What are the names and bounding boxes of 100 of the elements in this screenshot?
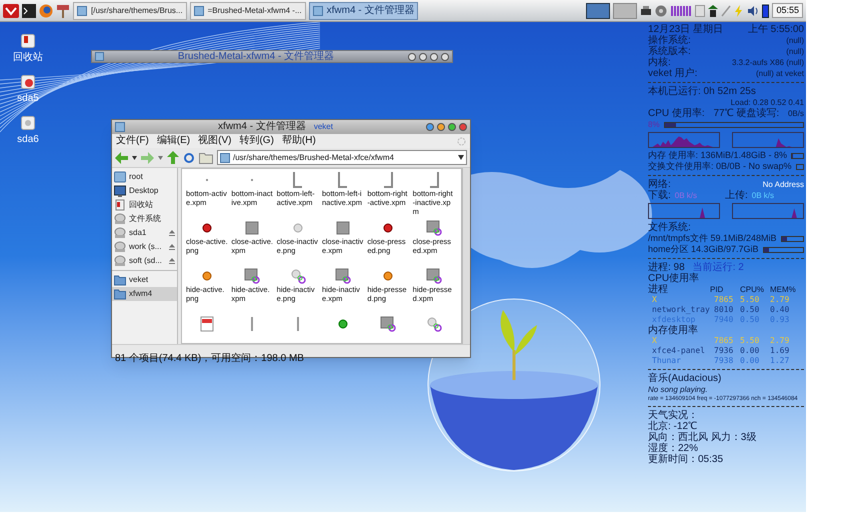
menu-item[interactable]: 视图(V) — [198, 135, 232, 147]
process-cpu: 0.00 — [740, 356, 760, 366]
process-cpu: 0.00 — [740, 346, 760, 356]
eject-icon[interactable] — [169, 244, 175, 250]
address-field[interactable]: /usr/share/themes/Brushed-Metal-xfce/xfwm4 — [217, 150, 467, 165]
file-icon — [336, 221, 350, 235]
process-name: X — [651, 295, 658, 305]
clock[interactable]: 05:55 — [772, 2, 803, 18]
disc-icon[interactable] — [655, 4, 668, 16]
back-arrow-icon[interactable] — [115, 152, 128, 164]
drive-icon — [114, 227, 126, 239]
file-icon — [380, 316, 396, 332]
dropdown-caret-icon[interactable] — [458, 155, 464, 160]
file-icon — [338, 172, 348, 188]
folder-icon[interactable] — [199, 152, 213, 164]
printer-icon[interactable] — [640, 4, 652, 16]
menu-item[interactable]: 帮助(H) — [282, 135, 316, 147]
task-button[interactable]: [/usr/share/themes/Brus... — [73, 2, 187, 20]
process-mem: 2.79 — [770, 336, 790, 346]
up-arrow-icon[interactable] — [167, 151, 179, 164]
sidebar-item[interactable]: root — [112, 170, 177, 184]
drive-icon — [114, 255, 126, 267]
window-icon — [312, 6, 323, 16]
uptime-text: 本机已运行: 0h 52m 25s — [648, 86, 756, 97]
file-icon — [202, 271, 212, 281]
network-address: No Address — [762, 179, 804, 190]
disk-io-text: 0B/s — [788, 108, 804, 119]
memory-usage-title: 内存使用率 — [648, 325, 699, 336]
file-icon — [383, 172, 394, 188]
process-name: xfce4-panel — [651, 346, 706, 356]
file-icon — [245, 221, 260, 235]
sidebar-item[interactable]: 回收站 — [112, 198, 177, 212]
upload-label: 上传: — [725, 190, 748, 201]
network-icon[interactable] — [708, 4, 718, 16]
task-button[interactable]: xfwm4 - 文件管理器 — [308, 2, 418, 20]
menu-item[interactable]: 文件(F) — [116, 135, 149, 147]
weather-line: 湿度：22% — [648, 443, 700, 454]
music-title: 音乐(Audacious) — [648, 373, 722, 384]
weather-line: 更新时间：05:35 — [648, 454, 724, 465]
window-title: xfwm4 - 文件管理器 — [218, 121, 306, 133]
file-icon — [205, 178, 209, 182]
sidebar-item[interactable]: Desktop — [112, 184, 177, 198]
folder-icon — [220, 152, 230, 162]
task-button[interactable]: =Brushed-Metal-xfwm4 -... — [190, 2, 306, 20]
file-icon — [202, 223, 212, 233]
sidebar-item[interactable]: sda1 — [112, 226, 177, 240]
download-label: 下载: — [648, 190, 671, 201]
sidebar-item[interactable]: 文件系统 — [112, 212, 177, 226]
cpu-graph — [732, 132, 804, 148]
file-icon — [292, 172, 303, 188]
sidebar-item[interactable]: work (s... — [112, 240, 177, 254]
file-icon — [426, 220, 442, 236]
process-pid: 8010 — [714, 305, 734, 315]
network-label: 网络: — [648, 179, 671, 190]
sidebar-item[interactable]: veket — [112, 273, 177, 287]
info-value: (null) — [786, 46, 804, 57]
process-mem: 0.40 — [770, 305, 790, 315]
browser-icon[interactable] — [39, 4, 53, 18]
eject-icon[interactable] — [169, 258, 175, 264]
filesystem-text: home分区 14.3GiB/97.7GiB — [648, 244, 759, 255]
sidebar-item[interactable]: xfwm4 — [112, 287, 177, 301]
network-graph — [732, 203, 804, 219]
brush-icon[interactable] — [56, 4, 70, 18]
filesystem-text: /mnt/tmpfs文件 59.1MiB/248MiB — [648, 233, 777, 244]
refresh-icon[interactable] — [183, 152, 195, 164]
file-icon — [244, 268, 260, 284]
cpu-meter-icon[interactable] — [670, 4, 692, 16]
info-label: 内核: — [648, 57, 671, 68]
load-text: Load: 0.28 0.52 0.41 — [730, 97, 804, 108]
window-icon — [77, 6, 87, 16]
info-value: (null) at veket — [756, 68, 804, 79]
eject-icon[interactable] — [169, 230, 175, 236]
window-icon — [95, 52, 104, 61]
info-label: 操作系统: — [648, 35, 691, 46]
file-icon — [290, 268, 306, 284]
file-icon — [428, 172, 439, 188]
dropdown-caret-icon[interactable] — [132, 156, 137, 160]
battery-icon[interactable] — [762, 4, 770, 18]
process-pid: 7865 — [714, 336, 734, 346]
process-mem: 1.69 — [770, 346, 790, 356]
menu-item[interactable]: 编辑(E) — [156, 135, 190, 147]
terminal-icon[interactable] — [22, 4, 36, 18]
column-header: PID — [710, 284, 724, 295]
upload-value: 0B k/s — [752, 190, 774, 201]
sidebar-item[interactable]: soft (sd... — [112, 254, 177, 268]
info-value: 3.3.2-aufs X86 (null) — [732, 57, 804, 68]
folder-icon — [114, 288, 126, 300]
file-icon — [292, 223, 303, 233]
process-name: Thunar — [651, 356, 682, 366]
menu-icon[interactable] — [3, 4, 19, 18]
weather-line: 北京: -12℃ — [648, 421, 698, 432]
weather-line: 风向：西北风 风力：3级 — [648, 432, 758, 443]
menu-item[interactable]: 转到(G) — [239, 135, 274, 147]
speaker-icon[interactable] — [747, 4, 760, 16]
drive-icon — [114, 213, 126, 225]
cpu-graph — [648, 132, 720, 148]
process-mem: 1.27 — [770, 356, 790, 366]
workspace-button[interactable] — [586, 2, 610, 18]
running-count: 当前运行: 2 — [692, 262, 744, 273]
shaded-window: Brushed-Metal-xfwm4 - 文件管理器 — [91, 50, 453, 63]
